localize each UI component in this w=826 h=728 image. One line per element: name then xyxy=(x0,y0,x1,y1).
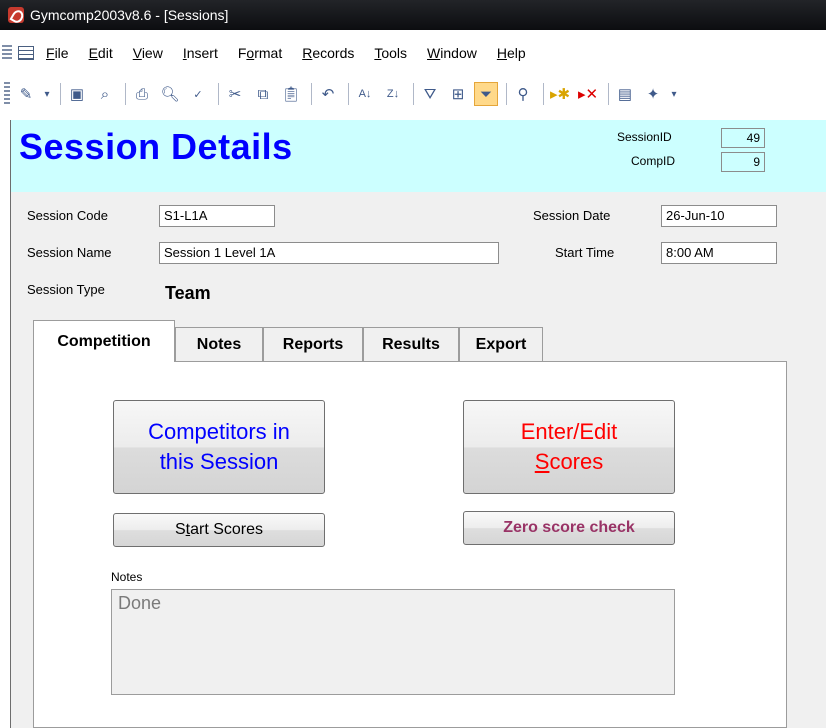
toolbar-separator xyxy=(218,83,219,105)
menu-help[interactable]: Help xyxy=(497,45,526,61)
view-dropdown-icon[interactable]: ▾ xyxy=(42,82,52,106)
filter-by-selection-icon[interactable]: ⛛ xyxy=(418,82,442,106)
menu-insert[interactable]: Insert xyxy=(183,45,218,61)
session-id-field[interactable]: 49 xyxy=(721,128,765,148)
toolbar-separator xyxy=(348,83,349,105)
enter-edit-scores-button[interactable]: Enter/Edit Scores xyxy=(463,400,675,494)
new-object-dropdown-icon[interactable]: ▾ xyxy=(669,82,679,106)
print-preview-icon[interactable]: 🔍︎ xyxy=(158,82,182,106)
toolbar-separator xyxy=(413,83,414,105)
session-code-field[interactable]: S1-L1A xyxy=(159,205,275,227)
menu-records[interactable]: Records xyxy=(302,45,354,61)
competitors-button-line1: Competitors in xyxy=(148,419,290,444)
new-object-icon[interactable]: ✦ xyxy=(641,82,665,106)
print-icon[interactable]: ⎙ xyxy=(130,82,154,106)
session-code-label: Session Code xyxy=(27,208,108,223)
delete-record-icon[interactable]: ▸✕ xyxy=(576,82,600,106)
toolbar: ✎ ▾ ▣ ⌕ ⎙ 🔍︎ ✓ ✂ ⧉ 📋︎ ↶ A↓ Z↓ ⛛ ⊞ ⏷ ⚲ ▸✱… xyxy=(0,72,826,116)
design-view-icon[interactable]: ✎ xyxy=(14,82,38,106)
session-name-field[interactable]: Session 1 Level 1A xyxy=(159,242,499,264)
toolbar-grip-handle[interactable] xyxy=(4,82,10,106)
zero-score-check-button[interactable]: Zero score check xyxy=(463,511,675,545)
paste-icon[interactable]: 📋︎ xyxy=(279,82,303,106)
menu-tools[interactable]: Tools xyxy=(374,45,407,61)
spelling-icon[interactable]: ✓ xyxy=(186,82,210,106)
copy-icon[interactable]: ⧉ xyxy=(251,82,275,106)
toolbar-separator xyxy=(60,83,61,105)
database-window-icon[interactable]: ▤ xyxy=(613,82,637,106)
tab-competition[interactable]: Competition xyxy=(33,320,175,362)
menu-file[interactable]: File xyxy=(46,45,69,61)
cut-icon[interactable]: ✂ xyxy=(223,82,247,106)
start-time-label: Start Time xyxy=(555,245,615,260)
toolbar-separator xyxy=(608,83,609,105)
new-record-icon[interactable]: ▸✱ xyxy=(548,82,572,106)
session-name-label: Session Name xyxy=(27,245,112,260)
window-title: Gymcomp2003v8.6 - [Sessions] xyxy=(30,7,229,23)
session-id-label: SessionID xyxy=(617,130,672,144)
notes-field[interactable]: Done xyxy=(111,589,675,695)
notes-label: Notes xyxy=(111,570,143,584)
session-type-value: Team xyxy=(165,283,211,303)
competitors-button-line2: this Session xyxy=(159,449,279,474)
toggle-filter-icon[interactable]: ⏷ xyxy=(474,82,498,106)
form-header: Session Details SessionID 49 CompID 9 xyxy=(11,120,826,192)
session-type-label: Session Type xyxy=(27,282,105,297)
start-time-field[interactable]: 8:00 AM xyxy=(661,242,777,264)
form-control-icon[interactable] xyxy=(18,46,34,60)
search-file-icon[interactable]: ⌕ xyxy=(93,82,117,106)
toolbar-separator xyxy=(543,83,544,105)
window-title-bar: Gymcomp2003v8.6 - [Sessions] xyxy=(0,0,826,30)
session-form: Session Details SessionID 49 CompID 9 Se… xyxy=(10,120,826,728)
session-date-label: Session Date xyxy=(533,208,611,223)
sort-descending-icon[interactable]: Z↓ xyxy=(381,82,405,106)
session-date-field[interactable]: 26-Jun-10 xyxy=(661,205,777,227)
enter-edit-line2: Scores xyxy=(534,449,604,474)
menu-window[interactable]: Window xyxy=(427,45,477,61)
toolbar-separator xyxy=(125,83,126,105)
sort-ascending-icon[interactable]: A↓ xyxy=(353,82,377,106)
menu-edit[interactable]: Edit xyxy=(89,45,113,61)
comp-id-label: CompID xyxy=(631,154,676,168)
toolbar-separator xyxy=(506,83,507,105)
save-icon[interactable]: ▣ xyxy=(65,82,89,106)
filter-by-form-icon[interactable]: ⊞ xyxy=(446,82,470,106)
tab-notes[interactable]: Notes xyxy=(175,327,263,361)
tab-export[interactable]: Export xyxy=(459,327,543,361)
tab-reports[interactable]: Reports xyxy=(263,327,363,361)
page-title: Session Details xyxy=(19,126,293,167)
menu-bar: File Edit View Insert Format Records Too… xyxy=(0,38,826,68)
undo-icon[interactable]: ↶ xyxy=(316,82,340,106)
toolbar-separator xyxy=(311,83,312,105)
comp-id-field[interactable]: 9 xyxy=(721,152,765,172)
tab-results[interactable]: Results xyxy=(363,327,459,361)
app-key-icon xyxy=(8,7,24,23)
find-icon[interactable]: ⚲ xyxy=(511,82,535,106)
start-scores-button[interactable]: St art Scores xyxy=(113,513,325,547)
menu-grip-handle[interactable] xyxy=(2,45,12,61)
menu-view[interactable]: View xyxy=(133,45,163,61)
competitors-in-session-button[interactable]: Competitors in this Session xyxy=(113,400,325,494)
menu-format[interactable]: Format xyxy=(238,45,282,61)
enter-edit-line1: Enter/Edit xyxy=(520,419,618,444)
